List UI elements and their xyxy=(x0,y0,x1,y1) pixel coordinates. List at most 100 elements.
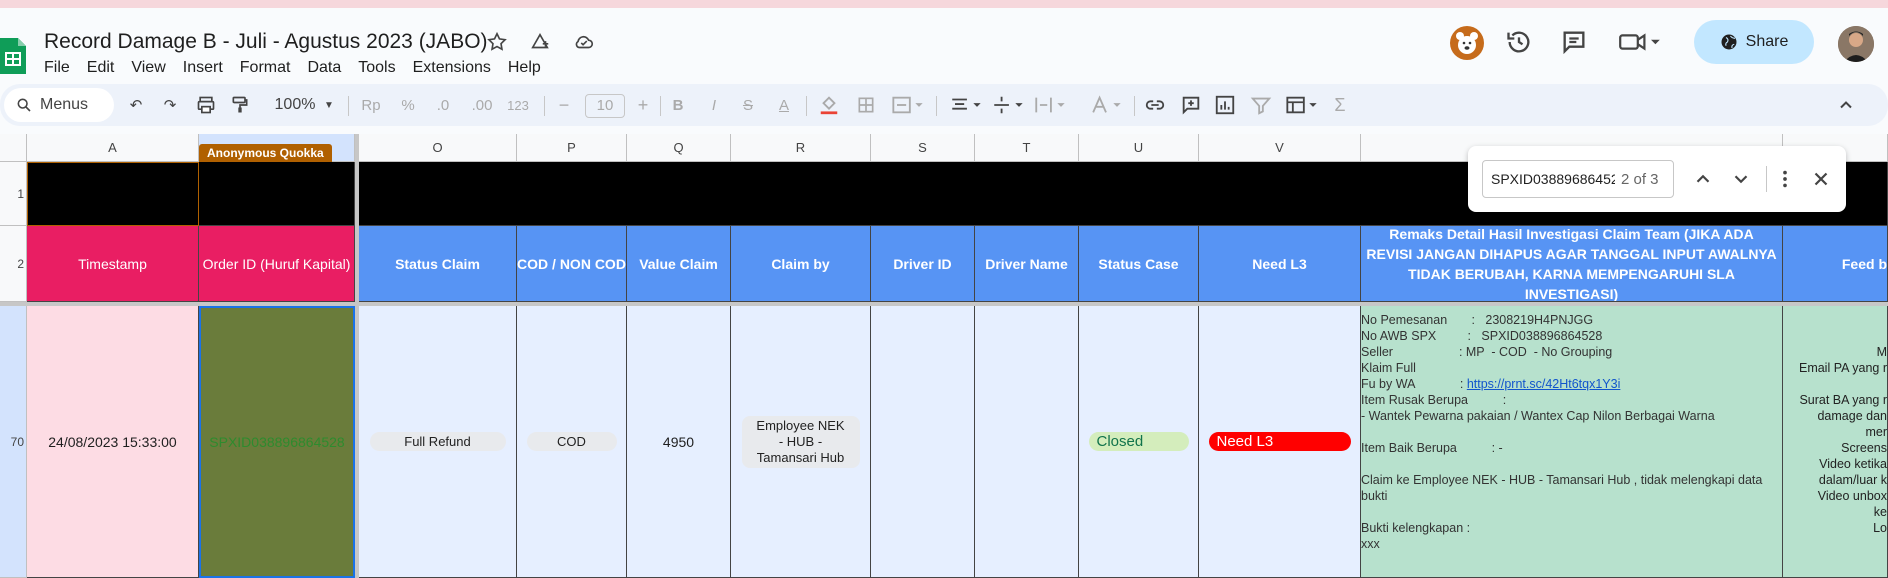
column-header-T[interactable]: T xyxy=(975,134,1079,162)
column-header-R[interactable]: R xyxy=(731,134,871,162)
strikethrough-icon[interactable]: S xyxy=(740,94,756,116)
claim-by-chip[interactable]: Employee NEK - HUB - Tamansari Hub xyxy=(741,415,860,468)
cell-value-claim[interactable]: 4950 xyxy=(627,306,731,578)
functions-icon[interactable]: Σ xyxy=(1330,94,1350,116)
vertical-align-icon[interactable] xyxy=(990,94,1026,116)
document-title[interactable]: Record Damage B - Juli - Agustus 2023 (J… xyxy=(44,30,488,54)
menu-data[interactable]: Data xyxy=(307,59,352,77)
select-all-corner[interactable] xyxy=(0,134,27,162)
row-header-70[interactable]: 70 xyxy=(0,306,27,578)
cell-cod[interactable]: COD xyxy=(517,306,627,578)
cell-need-l3[interactable]: Need L3 xyxy=(1199,306,1361,578)
collaborator-avatar[interactable] xyxy=(1450,26,1484,60)
increase-decimal[interactable]: .00 xyxy=(468,94,496,116)
redo-icon[interactable]: ↷ xyxy=(160,94,180,116)
cell-B1[interactable] xyxy=(199,162,355,226)
italic-icon[interactable]: I xyxy=(706,94,722,116)
decrease-font-size-icon[interactable]: − xyxy=(556,94,572,116)
cell-A1[interactable] xyxy=(27,162,199,226)
cell-status-case[interactable]: Closed xyxy=(1079,306,1199,578)
row-header-1[interactable]: 1 xyxy=(0,162,27,226)
fill-color-icon[interactable] xyxy=(818,94,840,116)
bold-icon[interactable]: B xyxy=(670,94,686,116)
cell-order-id[interactable]: SPXID038896864528 xyxy=(199,306,355,578)
meet-icon[interactable] xyxy=(1618,28,1662,56)
borders-icon[interactable] xyxy=(856,94,876,116)
cod-chip[interactable]: COD xyxy=(526,432,617,451)
header-status-claim[interactable]: Status Claim xyxy=(359,226,517,302)
need-l3-chip[interactable]: Need L3 xyxy=(1208,432,1351,451)
cell-claim-by[interactable]: Employee NEK - HUB - Tamansari Hub xyxy=(731,306,871,578)
status-claim-chip[interactable]: Full Refund xyxy=(369,432,506,451)
undo-icon[interactable]: ↶ xyxy=(126,94,146,116)
menu-format[interactable]: Format xyxy=(240,59,302,77)
comments-icon[interactable] xyxy=(1560,28,1588,56)
menu-view[interactable]: View xyxy=(131,59,176,77)
horizontal-align-icon[interactable] xyxy=(948,94,984,116)
previous-match-icon[interactable] xyxy=(1692,168,1714,190)
column-header-A[interactable]: A xyxy=(27,134,199,162)
star-icon[interactable] xyxy=(486,31,508,53)
fu-link[interactable]: https://prnt.sc/42Ht6tqx1Y3i xyxy=(1467,377,1621,391)
frozen-columns-divider[interactable] xyxy=(355,134,359,578)
column-header-O[interactable]: O xyxy=(359,134,517,162)
currency-format[interactable]: Rp xyxy=(360,94,382,116)
cell-driver-id[interactable] xyxy=(871,306,975,578)
more-formats[interactable]: 123 xyxy=(504,94,532,116)
decrease-decimal[interactable]: .0 xyxy=(432,94,454,116)
header-order-id[interactable]: Order ID (Huruf Kapital) xyxy=(199,226,355,302)
text-wrapping-icon[interactable] xyxy=(1032,94,1068,116)
frozen-rows-divider[interactable] xyxy=(0,302,1888,306)
header-claim-by[interactable]: Claim by xyxy=(731,226,871,302)
share-button[interactable]: Share xyxy=(1694,20,1814,64)
menu-help[interactable]: Help xyxy=(508,59,552,77)
insert-chart-icon[interactable] xyxy=(1214,94,1236,116)
sheets-logo-icon[interactable] xyxy=(0,38,26,74)
menu-insert[interactable]: Insert xyxy=(183,59,234,77)
find-input[interactable]: SPXID038896864528 2 of 3 xyxy=(1482,160,1674,198)
cell-remaks[interactable]: No Pemesanan : 2308219H4PNJGG No AWB SPX… xyxy=(1361,306,1783,578)
header-driver-id[interactable]: Driver ID xyxy=(871,226,975,302)
header-value-claim[interactable]: Value Claim xyxy=(627,226,731,302)
move-to-folder-icon[interactable] xyxy=(528,31,552,53)
font-size-input[interactable]: 10 xyxy=(585,94,625,118)
column-header-Q[interactable]: Q xyxy=(627,134,731,162)
status-case-chip[interactable]: Closed xyxy=(1088,432,1189,451)
paint-format-icon[interactable] xyxy=(230,94,250,116)
header-feed[interactable]: Feed b xyxy=(1783,226,1888,302)
header-need-l3[interactable]: Need L3 xyxy=(1199,226,1361,302)
percent-format[interactable]: % xyxy=(398,94,418,116)
header-remaks[interactable]: Remaks Detail Hasil Investigasi Claim Te… xyxy=(1361,226,1783,302)
column-header-S[interactable]: S xyxy=(871,134,975,162)
menu-edit[interactable]: Edit xyxy=(87,59,126,77)
column-header-P[interactable]: P xyxy=(517,134,627,162)
header-timestamp[interactable]: Timestamp xyxy=(27,226,199,302)
print-icon[interactable] xyxy=(196,94,216,116)
header-driver-name[interactable]: Driver Name xyxy=(975,226,1079,302)
text-color-icon[interactable]: A xyxy=(774,94,794,116)
filter-icon[interactable] xyxy=(1250,94,1272,116)
menu-file[interactable]: File xyxy=(44,59,81,77)
row-header-2[interactable]: 2 xyxy=(0,226,27,302)
column-header-U[interactable]: U xyxy=(1079,134,1199,162)
zoom-select[interactable]: 100% xyxy=(268,94,322,116)
hide-menus-chevron-icon[interactable] xyxy=(1836,94,1856,116)
cell-status-claim[interactable]: Full Refund xyxy=(359,306,517,578)
cell-driver-name[interactable] xyxy=(975,306,1079,578)
header-cod[interactable]: COD / NON COD xyxy=(517,226,627,302)
merge-cells-icon[interactable] xyxy=(890,94,926,116)
increase-font-size-icon[interactable]: + xyxy=(635,94,651,116)
menu-tools[interactable]: Tools xyxy=(358,59,406,77)
cloud-saved-icon[interactable] xyxy=(572,31,596,53)
search-menus-button[interactable]: Menus xyxy=(4,88,114,122)
insert-comment-icon[interactable] xyxy=(1180,94,1202,116)
more-options-icon[interactable] xyxy=(1774,168,1796,190)
account-avatar[interactable] xyxy=(1838,26,1874,62)
filter-views-icon[interactable] xyxy=(1284,94,1320,116)
zoom-dropdown-icon[interactable]: ▼ xyxy=(322,94,336,116)
insert-link-icon[interactable] xyxy=(1144,94,1166,116)
close-find-icon[interactable] xyxy=(1810,168,1832,190)
menu-extensions[interactable]: Extensions xyxy=(413,59,502,77)
version-history-icon[interactable] xyxy=(1505,28,1533,56)
next-match-icon[interactable] xyxy=(1730,168,1752,190)
